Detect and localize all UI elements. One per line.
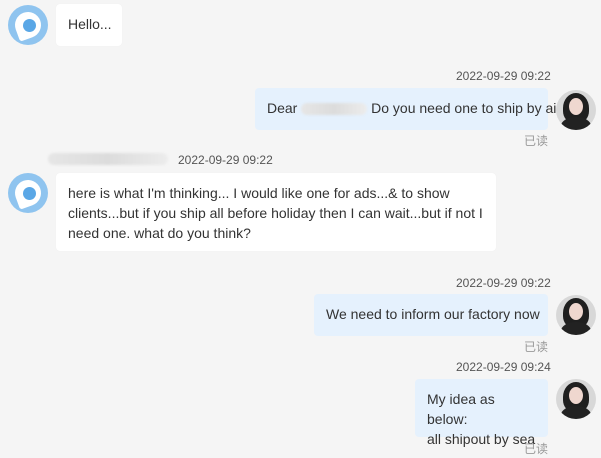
redacted-name [301,103,368,116]
message-bubble-incoming: here is what I'm thinking... I would lik… [56,173,496,251]
message-line: clients...but if you ship all before hol… [68,205,483,221]
agent-avatar[interactable] [556,379,596,419]
message-timestamp: 2022-09-29 09:22 [178,153,273,167]
message-bubble-incoming: Hello... [56,4,122,46]
message-text-suffix: Do you need one to ship by air ? [367,100,573,116]
message-bubble-outgoing: My idea as below: all shipout by sea [415,379,548,447]
message-text: We need to inform our factory now [326,306,540,322]
message-text: Hello... [68,16,112,32]
message-text-prefix: Dear [267,100,302,116]
agent-avatar[interactable] [556,90,596,130]
avatar-face [569,98,583,115]
avatar-body [561,406,591,419]
avatar-body [561,117,591,130]
message-bubble-outgoing: We need to inform our factory now [314,294,548,336]
read-status: 已读 [524,442,549,456]
avatar-body [561,322,591,335]
read-status: 已读 [524,340,549,354]
agent-avatar[interactable] [556,295,596,335]
avatar-face [569,387,583,404]
redacted-sender-name [48,153,168,165]
message-line: need one. what do you think? [68,225,251,241]
message-timestamp: 2022-09-29 09:24 [456,360,551,374]
message-bubble-outgoing: Dear Do you need one to ship by air ? [255,88,573,130]
message-line: My idea as below: [427,391,495,427]
message-timestamp: 2022-09-29 09:22 [456,69,551,83]
message-line: all shipout by sea [427,431,536,447]
message-timestamp: 2022-09-29 09:22 [456,276,551,290]
chat-message-list: Hello... 2022-09-29 09:22 Dear Do you ne… [0,0,601,458]
read-status: 已读 [524,134,549,148]
buyer-avatar[interactable] [8,5,48,45]
buyer-avatar[interactable] [8,173,48,213]
message-line: here is what I'm thinking... I would lik… [68,185,450,201]
avatar-face [569,303,583,320]
